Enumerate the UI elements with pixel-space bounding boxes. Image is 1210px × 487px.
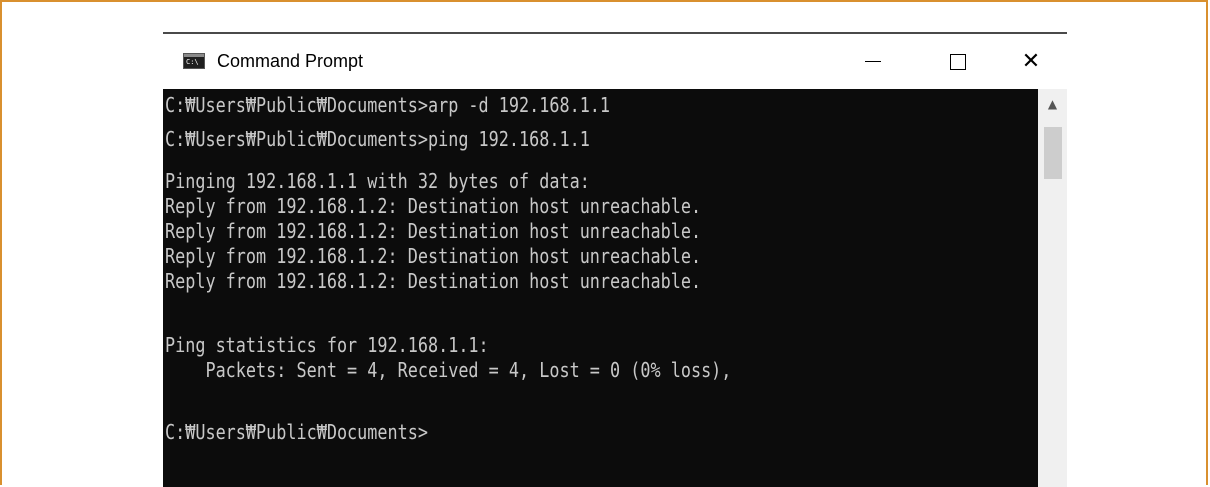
console-line: C:₩Users₩Public₩Documents>ping 192.168.1… xyxy=(165,127,590,151)
maximize-icon xyxy=(950,53,966,70)
window-title: Command Prompt xyxy=(217,51,364,71)
console-line: C:₩Users₩Public₩Documents> xyxy=(165,420,428,444)
close-button[interactable]: ✕ xyxy=(1001,34,1061,89)
title-bar[interactable]: C:\ Command Prompt ✕ xyxy=(163,32,1067,89)
cmd-icon-text: C:\ xyxy=(186,58,199,66)
close-icon: ✕ xyxy=(1021,48,1041,74)
console-line: Reply from 192.168.1.2: Destination host… xyxy=(165,269,702,293)
console-line: Reply from 192.168.1.2: Destination host… xyxy=(165,194,702,218)
scroll-up-arrow-icon[interactable]: ▲ xyxy=(1038,97,1067,117)
maximize-button[interactable] xyxy=(928,34,988,89)
console-line: Pinging 192.168.1.1 with 32 bytes of dat… xyxy=(165,169,590,193)
console-line: C:₩Users₩Public₩Documents>arp -d 192.168… xyxy=(165,93,611,117)
console-line: Ping statistics for 192.168.1.1: xyxy=(165,333,489,357)
minimize-button[interactable] xyxy=(843,34,903,89)
console-line: Reply from 192.168.1.2: Destination host… xyxy=(165,219,702,243)
outer-frame: C:\ Command Prompt ✕ C:₩Users₩Public₩Doc… xyxy=(0,0,1208,487)
console-line: Packets: Sent = 4, Received = 4, Lost = … xyxy=(165,358,732,382)
minimize-icon xyxy=(865,61,881,62)
cmd-app-icon: C:\ xyxy=(183,53,205,69)
vertical-scrollbar[interactable]: ▲ xyxy=(1038,89,1067,487)
console-line: Reply from 192.168.1.2: Destination host… xyxy=(165,244,702,268)
scrollbar-thumb[interactable] xyxy=(1044,127,1062,179)
console-output[interactable]: C:₩Users₩Public₩Documents>arp -d 192.168… xyxy=(163,89,1038,487)
command-prompt-window: C:\ Command Prompt ✕ C:₩Users₩Public₩Doc… xyxy=(163,32,1067,487)
